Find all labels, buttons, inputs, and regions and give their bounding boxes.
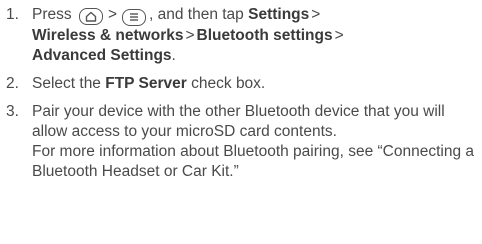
step-1: 1. Press > , and then tap Settings > Wire… [6, 5, 474, 66]
instructions: 1. Press > , and then tap Settings > Wire… [0, 0, 482, 182]
step-number: 1. [6, 6, 19, 23]
and-tap-text: , and then tap [149, 6, 244, 23]
step-text: Select the FTP Server check box. [32, 74, 474, 94]
menu-icon [122, 8, 146, 26]
pair-text: Pair your device with the other Bluetoot… [32, 102, 445, 140]
select-text: Select the [32, 74, 101, 92]
ftp-server-label: FTP Server [105, 74, 187, 92]
step-3: 3. Pair your device with the other Bluet… [6, 102, 474, 182]
path-advanced-settings: Advanced Settings [32, 46, 172, 64]
step-text: Pair your device with the other Bluetoot… [32, 102, 474, 182]
home-icon [78, 8, 103, 25]
more-info-text: For more information about Bluetooth pai… [32, 142, 474, 180]
step-number: 3. [6, 102, 19, 120]
gt-symbol: > [107, 6, 117, 23]
check-box-text: check box. [191, 74, 266, 92]
gt-symbol: > [185, 26, 195, 44]
step-2: 2. Select the FTP Server check box. [6, 74, 474, 94]
path-bluetooth-settings: Bluetooth settings [196, 26, 333, 44]
step-text: Press > , and then tap Settings > Wireles… [32, 5, 474, 66]
gt-symbol: > [311, 6, 321, 23]
step-number: 2. [6, 74, 19, 92]
gt-symbol: > [334, 26, 344, 44]
period: . [171, 46, 176, 64]
path-wireless: Wireless & networks [32, 26, 184, 44]
path-settings: Settings [248, 6, 310, 23]
press-text: Press [32, 6, 72, 23]
